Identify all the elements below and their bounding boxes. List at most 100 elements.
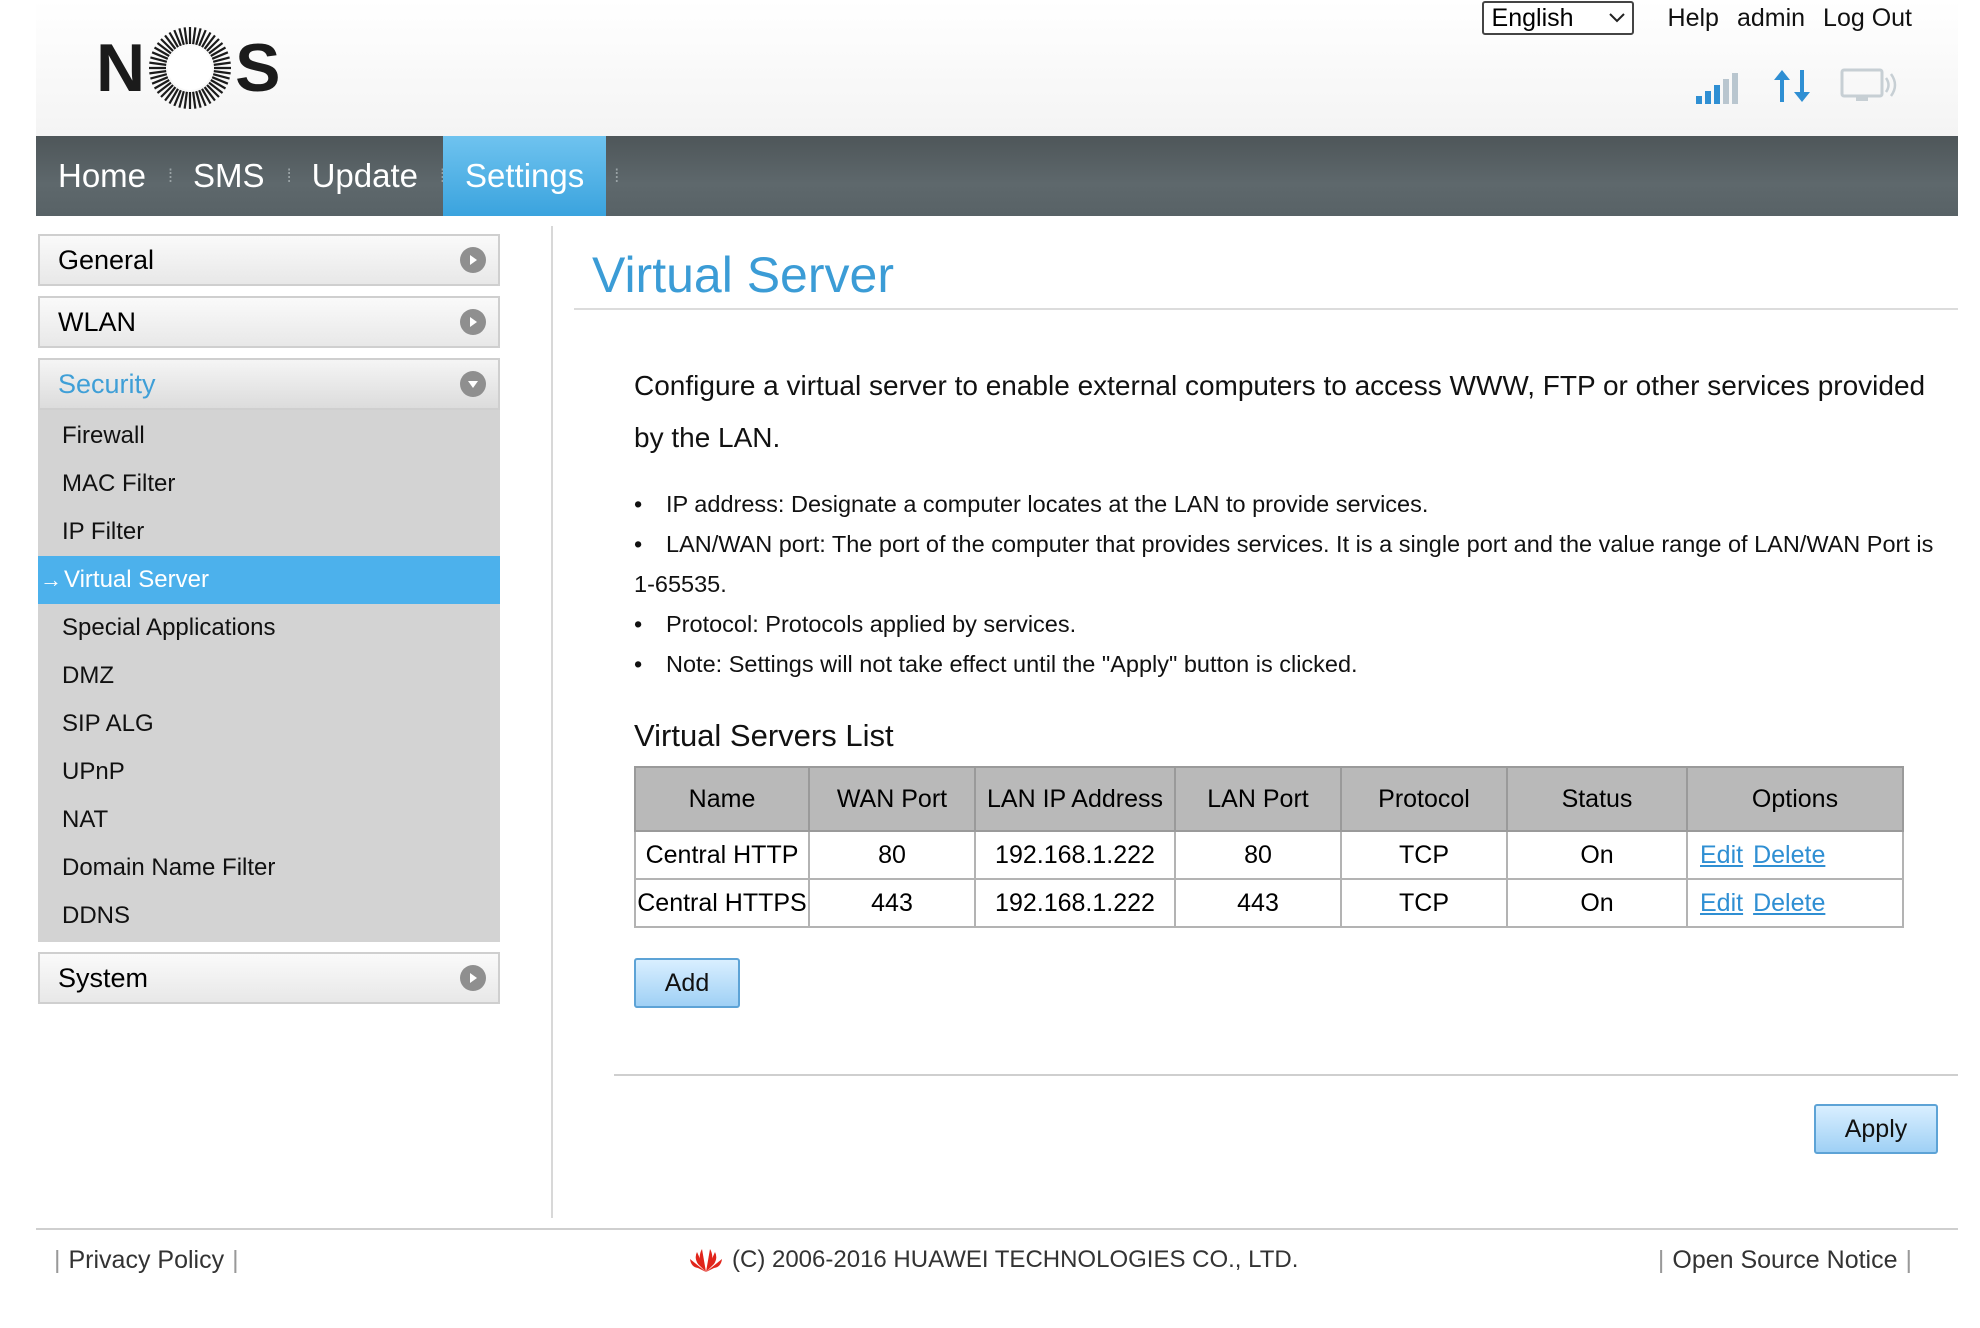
delete-link[interactable]: Delete bbox=[1753, 841, 1825, 869]
col-protocol: Protocol bbox=[1340, 766, 1508, 832]
nav-update[interactable]: Update bbox=[290, 136, 440, 216]
chevron-down-icon bbox=[460, 371, 486, 397]
cell-status: On bbox=[1506, 830, 1688, 880]
chevron-right-icon bbox=[460, 309, 486, 335]
col-options: Options bbox=[1686, 766, 1904, 832]
cell-lan-port: 80 bbox=[1174, 830, 1342, 880]
nav-sms[interactable]: SMS bbox=[171, 136, 287, 216]
logo-sun-icon bbox=[149, 27, 232, 109]
footer-pipe: | bbox=[1657, 1246, 1665, 1274]
sidebar-system-label: System bbox=[58, 962, 149, 993]
footer-divider bbox=[36, 1228, 1958, 1230]
chevron-right-icon bbox=[460, 965, 486, 991]
admin-user-label[interactable]: admin bbox=[1737, 4, 1805, 33]
cell-lan-port: 443 bbox=[1174, 878, 1342, 928]
cell-lan-ip: 192.168.1.222 bbox=[974, 830, 1176, 880]
col-wan-port: WAN Port bbox=[808, 766, 976, 832]
main-nav: Home ⁞ SMS ⁞ Update ⁞ Settings ⁞ bbox=[36, 136, 1958, 216]
cell-name: Central HTTP bbox=[634, 830, 810, 880]
data-transfer-icon bbox=[1774, 70, 1810, 102]
sidebar-item-special-applications[interactable]: Special Applications bbox=[38, 604, 500, 652]
cell-options: Edit Delete bbox=[1686, 878, 1904, 928]
virtual-servers-table: Name WAN Port LAN IP Address LAN Port Pr… bbox=[634, 766, 1904, 928]
nav-separator: ⁞ bbox=[614, 165, 619, 186]
copyright-text: (C) 2006-2016 HUAWEI TECHNOLOGIES CO., L… bbox=[732, 1246, 1299, 1273]
sidebar-item-upnp[interactable]: UPnP bbox=[38, 748, 500, 796]
logo-letter-n: N bbox=[96, 30, 146, 106]
chevron-right-icon bbox=[460, 247, 486, 273]
cell-wan-port: 80 bbox=[808, 830, 976, 880]
apply-button[interactable]: Apply bbox=[1814, 1104, 1938, 1154]
sidebar-item-label: Virtual Server bbox=[64, 566, 209, 593]
sidebar-item-ip-filter[interactable]: IP Filter bbox=[38, 508, 500, 556]
signal-strength-icon bbox=[1696, 73, 1738, 104]
cell-wan-port: 443 bbox=[808, 878, 976, 928]
delete-link[interactable]: Delete bbox=[1753, 889, 1825, 917]
sidebar-general-label: General bbox=[58, 244, 155, 275]
footer-right: | Open Source Notice | bbox=[1650, 1246, 1920, 1275]
settings-sidebar: General WLAN Security Firewall MAC Filte… bbox=[38, 234, 500, 1014]
sidebar-item-dmz[interactable]: DMZ bbox=[38, 652, 500, 700]
language-value: English bbox=[1491, 3, 1574, 32]
logo-letter-s: S bbox=[235, 30, 281, 106]
status-icons bbox=[1694, 66, 1898, 106]
security-submenu: Firewall MAC Filter IP Filter → Virtual S… bbox=[38, 410, 500, 942]
cell-protocol: TCP bbox=[1340, 830, 1508, 880]
bullet-lan-wan-port: • LAN/WAN port: The port of the computer … bbox=[634, 531, 1934, 597]
language-select[interactable]: English bbox=[1481, 1, 1634, 35]
header: N S English Help admin Log Out bbox=[36, 0, 1958, 136]
edit-link[interactable]: Edit bbox=[1700, 889, 1743, 917]
page-title: Virtual Server bbox=[592, 247, 894, 303]
col-lan-port: LAN Port bbox=[1174, 766, 1342, 832]
sidebar-item-mac-filter[interactable]: MAC Filter bbox=[38, 460, 500, 508]
cell-lan-ip: 192.168.1.222 bbox=[974, 878, 1176, 928]
open-source-notice-link[interactable]: Open Source Notice bbox=[1672, 1246, 1897, 1274]
virtual-servers-list-title: Virtual Servers List bbox=[634, 718, 894, 753]
nos-logo: N S bbox=[96, 18, 286, 118]
sidebar-item-sip-alg[interactable]: SIP ALG bbox=[38, 700, 500, 748]
title-divider bbox=[574, 308, 1958, 310]
footer-pipe: | bbox=[54, 1246, 61, 1274]
top-links-bar: English Help admin Log Out bbox=[1481, 0, 1912, 36]
nav-settings[interactable]: Settings bbox=[443, 136, 607, 216]
sidebar-item-domain-name-filter[interactable]: Domain Name Filter bbox=[38, 844, 500, 892]
nav-home[interactable]: Home bbox=[36, 136, 168, 216]
sidebar-system[interactable]: System bbox=[38, 952, 500, 1004]
help-link[interactable]: Help bbox=[1668, 4, 1719, 33]
cell-protocol: TCP bbox=[1340, 878, 1508, 928]
footer-pipe: | bbox=[232, 1246, 239, 1274]
col-status: Status bbox=[1506, 766, 1688, 832]
logout-link[interactable]: Log Out bbox=[1823, 4, 1912, 33]
sidebar-item-nat[interactable]: NAT bbox=[38, 796, 500, 844]
arrow-right-icon: → bbox=[40, 567, 62, 592]
content-bottom-divider bbox=[614, 1074, 1958, 1076]
add-button[interactable]: Add bbox=[634, 958, 740, 1008]
sidebar-security[interactable]: Security bbox=[38, 358, 500, 410]
sidebar-security-label: Security bbox=[58, 368, 156, 399]
footer-pipe: | bbox=[1905, 1246, 1913, 1274]
sidebar-wlan-label: WLAN bbox=[58, 306, 137, 337]
footer-left: | Privacy Policy | bbox=[46, 1246, 247, 1275]
sidebar-item-virtual-server[interactable]: → Virtual Server bbox=[38, 556, 500, 604]
table-row: Central HTTP 80 192.168.1.222 80 TCP On … bbox=[634, 830, 1904, 880]
chevron-down-icon bbox=[1608, 13, 1625, 23]
huawei-logo-icon bbox=[690, 1249, 722, 1272]
pc-connection-icon bbox=[1840, 68, 1897, 101]
cell-name: Central HTTPS bbox=[634, 878, 810, 928]
table-row: Central HTTPS 443 192.168.1.222 443 TCP … bbox=[634, 878, 1904, 928]
bullet-note: • Note: Settings will not take effect unt… bbox=[634, 651, 1358, 677]
cell-status: On bbox=[1506, 878, 1688, 928]
col-name: Name bbox=[634, 766, 810, 832]
sidebar-wlan[interactable]: WLAN bbox=[38, 296, 500, 348]
content-divider bbox=[551, 226, 553, 1218]
footer-copyright: (C) 2006-2016 HUAWEI TECHNOLOGIES CO., L… bbox=[688, 1246, 1298, 1274]
edit-link[interactable]: Edit bbox=[1700, 841, 1743, 869]
cell-options: Edit Delete bbox=[1686, 830, 1904, 880]
bullet-ip-address: • IP address: Designate a computer locate… bbox=[634, 491, 1429, 517]
table-header-row: Name WAN Port LAN IP Address LAN Port Pr… bbox=[634, 766, 1904, 832]
sidebar-item-ddns[interactable]: DDNS bbox=[38, 892, 500, 940]
info-bullets: • IP address: Designate a computer locate… bbox=[634, 484, 1954, 684]
sidebar-general[interactable]: General bbox=[38, 234, 500, 286]
sidebar-item-firewall[interactable]: Firewall bbox=[38, 412, 500, 460]
privacy-policy-link[interactable]: Privacy Policy bbox=[69, 1246, 225, 1274]
